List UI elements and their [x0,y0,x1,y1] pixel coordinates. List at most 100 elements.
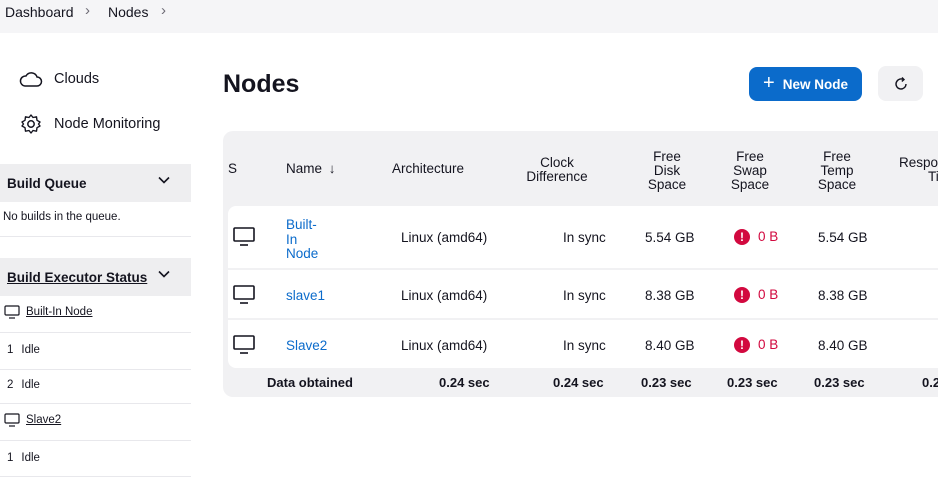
executor-row: 1 Idle [7,344,198,356]
executor-state: Idle [21,452,40,464]
executor-node-name[interactable]: Built-In Node [26,306,92,318]
divider [0,476,191,477]
build-queue-title: Build Queue [7,175,87,191]
clock-value: In sync [563,288,606,303]
build-executor-status-header[interactable]: Build Executor Status [0,258,191,296]
breadcrumb-separator-icon: › [85,2,90,19]
sidebar-item-label: Clouds [54,71,100,87]
free-swap-text: 0 B [758,337,779,352]
header-line: Clock [540,155,574,170]
refresh-button[interactable] [878,66,923,101]
breadcrumb-bar: Dashboard › Nodes › [0,0,938,33]
divider [0,332,191,333]
column-header-name[interactable]: Name ↓ [286,162,336,176]
computer-icon [233,335,255,354]
page-title: Nodes [223,70,300,98]
header-line: Free [823,149,851,164]
data-obtained-temp: 0.23 sec [814,375,865,390]
build-executor-status-title[interactable]: Build Executor Status [7,270,147,285]
chevron-down-icon [158,270,170,278]
header-line: Time [928,169,938,184]
header-line: Response [899,155,938,170]
node-name-line: In [286,231,298,247]
new-node-label: New Node [782,76,848,92]
header-line: Space [647,177,687,192]
sort-arrow-icon: ↓ [328,161,336,176]
new-node-button[interactable]: + New Node [749,67,862,101]
divider [0,403,191,404]
free-swap-text: 0 B [758,229,779,244]
free-temp-value: 5.54 GB [818,230,868,245]
executor-node-slave2[interactable]: Slave2 [4,413,195,427]
free-swap-value: ! 0 B [734,337,779,354]
header-line: Space [730,177,770,192]
executor-row: 1 Idle [7,452,198,464]
computer-icon [4,305,20,319]
sidebar-item-clouds[interactable]: Clouds [18,64,99,94]
column-header-free-temp-space[interactable]: Free Temp Space [807,150,867,192]
chevron-down-icon [158,176,170,184]
architecture-value: Linux (amd64) [401,338,488,353]
node-name-line: Built- [286,217,317,232]
column-header-name-label: Name [286,161,323,176]
executor-state: Idle [21,379,40,391]
header-line: Free [736,149,764,164]
computer-icon [233,227,255,246]
data-obtained-response: 0.2 [922,375,938,390]
header-line: Free [653,149,681,164]
breadcrumb-dashboard[interactable]: Dashboard [5,4,74,20]
clock-value: In sync [563,230,606,245]
divider [0,369,191,370]
executor-node-built-in[interactable]: Built-In Node [4,305,195,319]
executor-state: Idle [21,344,40,356]
error-icon: ! [734,287,750,304]
build-queue-empty-text: No builds in the queue. [3,211,121,223]
executor-number: 1 [7,344,14,356]
computer-icon [4,413,20,427]
header-line: Space [817,177,857,192]
breadcrumb-nodes[interactable]: Nodes [108,4,148,20]
refresh-icon [894,76,907,90]
column-header-free-swap-space[interactable]: Free Swap Space [720,150,780,192]
executor-number: 2 [7,379,14,391]
header-line: Difference [526,169,588,184]
free-swap-value: ! 0 B [734,229,779,246]
divider [0,236,191,237]
breadcrumb-separator-icon: › [161,2,166,19]
executor-row: 2 Idle [7,379,198,391]
header-line: Swap [733,163,767,178]
divider [0,440,191,441]
clock-value: In sync [563,338,606,353]
error-icon: ! [734,229,750,246]
free-swap-text: 0 B [758,287,779,302]
data-obtained-label: Data obtained [267,375,353,390]
gear-icon [18,111,44,137]
column-header-clock-difference[interactable]: Clock Difference [520,156,594,184]
executor-node-name[interactable]: Slave2 [26,414,61,426]
free-temp-value: 8.38 GB [818,288,868,303]
column-header-architecture[interactable]: Architecture [392,162,464,176]
architecture-value: Linux (amd64) [401,288,488,303]
plus-icon: + [763,71,775,94]
build-queue-header[interactable]: Build Queue [0,164,191,202]
sidebar-item-node-monitoring[interactable]: Node Monitoring [18,109,160,139]
node-link-built-in[interactable]: Built- In Node [286,217,318,262]
header-line: Temp [820,163,854,178]
column-header-free-disk-space[interactable]: Free Disk Space [637,150,697,192]
node-link-slave2[interactable]: Slave2 [286,338,327,353]
column-header-response-time[interactable]: ResponseTime [899,156,938,184]
node-link-slave1[interactable]: slave1 [286,288,325,303]
computer-icon [233,285,255,304]
data-obtained-architecture: 0.24 sec [439,375,490,390]
data-obtained-clock: 0.24 sec [553,375,604,390]
free-disk-value: 8.40 GB [645,338,695,353]
executor-number: 1 [7,452,14,464]
data-obtained-swap: 0.23 sec [727,375,778,390]
column-header-status[interactable]: S [228,162,237,176]
free-disk-value: 5.54 GB [645,230,695,245]
sidebar-item-label: Node Monitoring [54,116,161,132]
free-temp-value: 8.40 GB [818,338,868,353]
free-swap-value: ! 0 B [734,287,779,304]
cloud-icon [18,66,44,92]
architecture-value: Linux (amd64) [401,230,488,245]
